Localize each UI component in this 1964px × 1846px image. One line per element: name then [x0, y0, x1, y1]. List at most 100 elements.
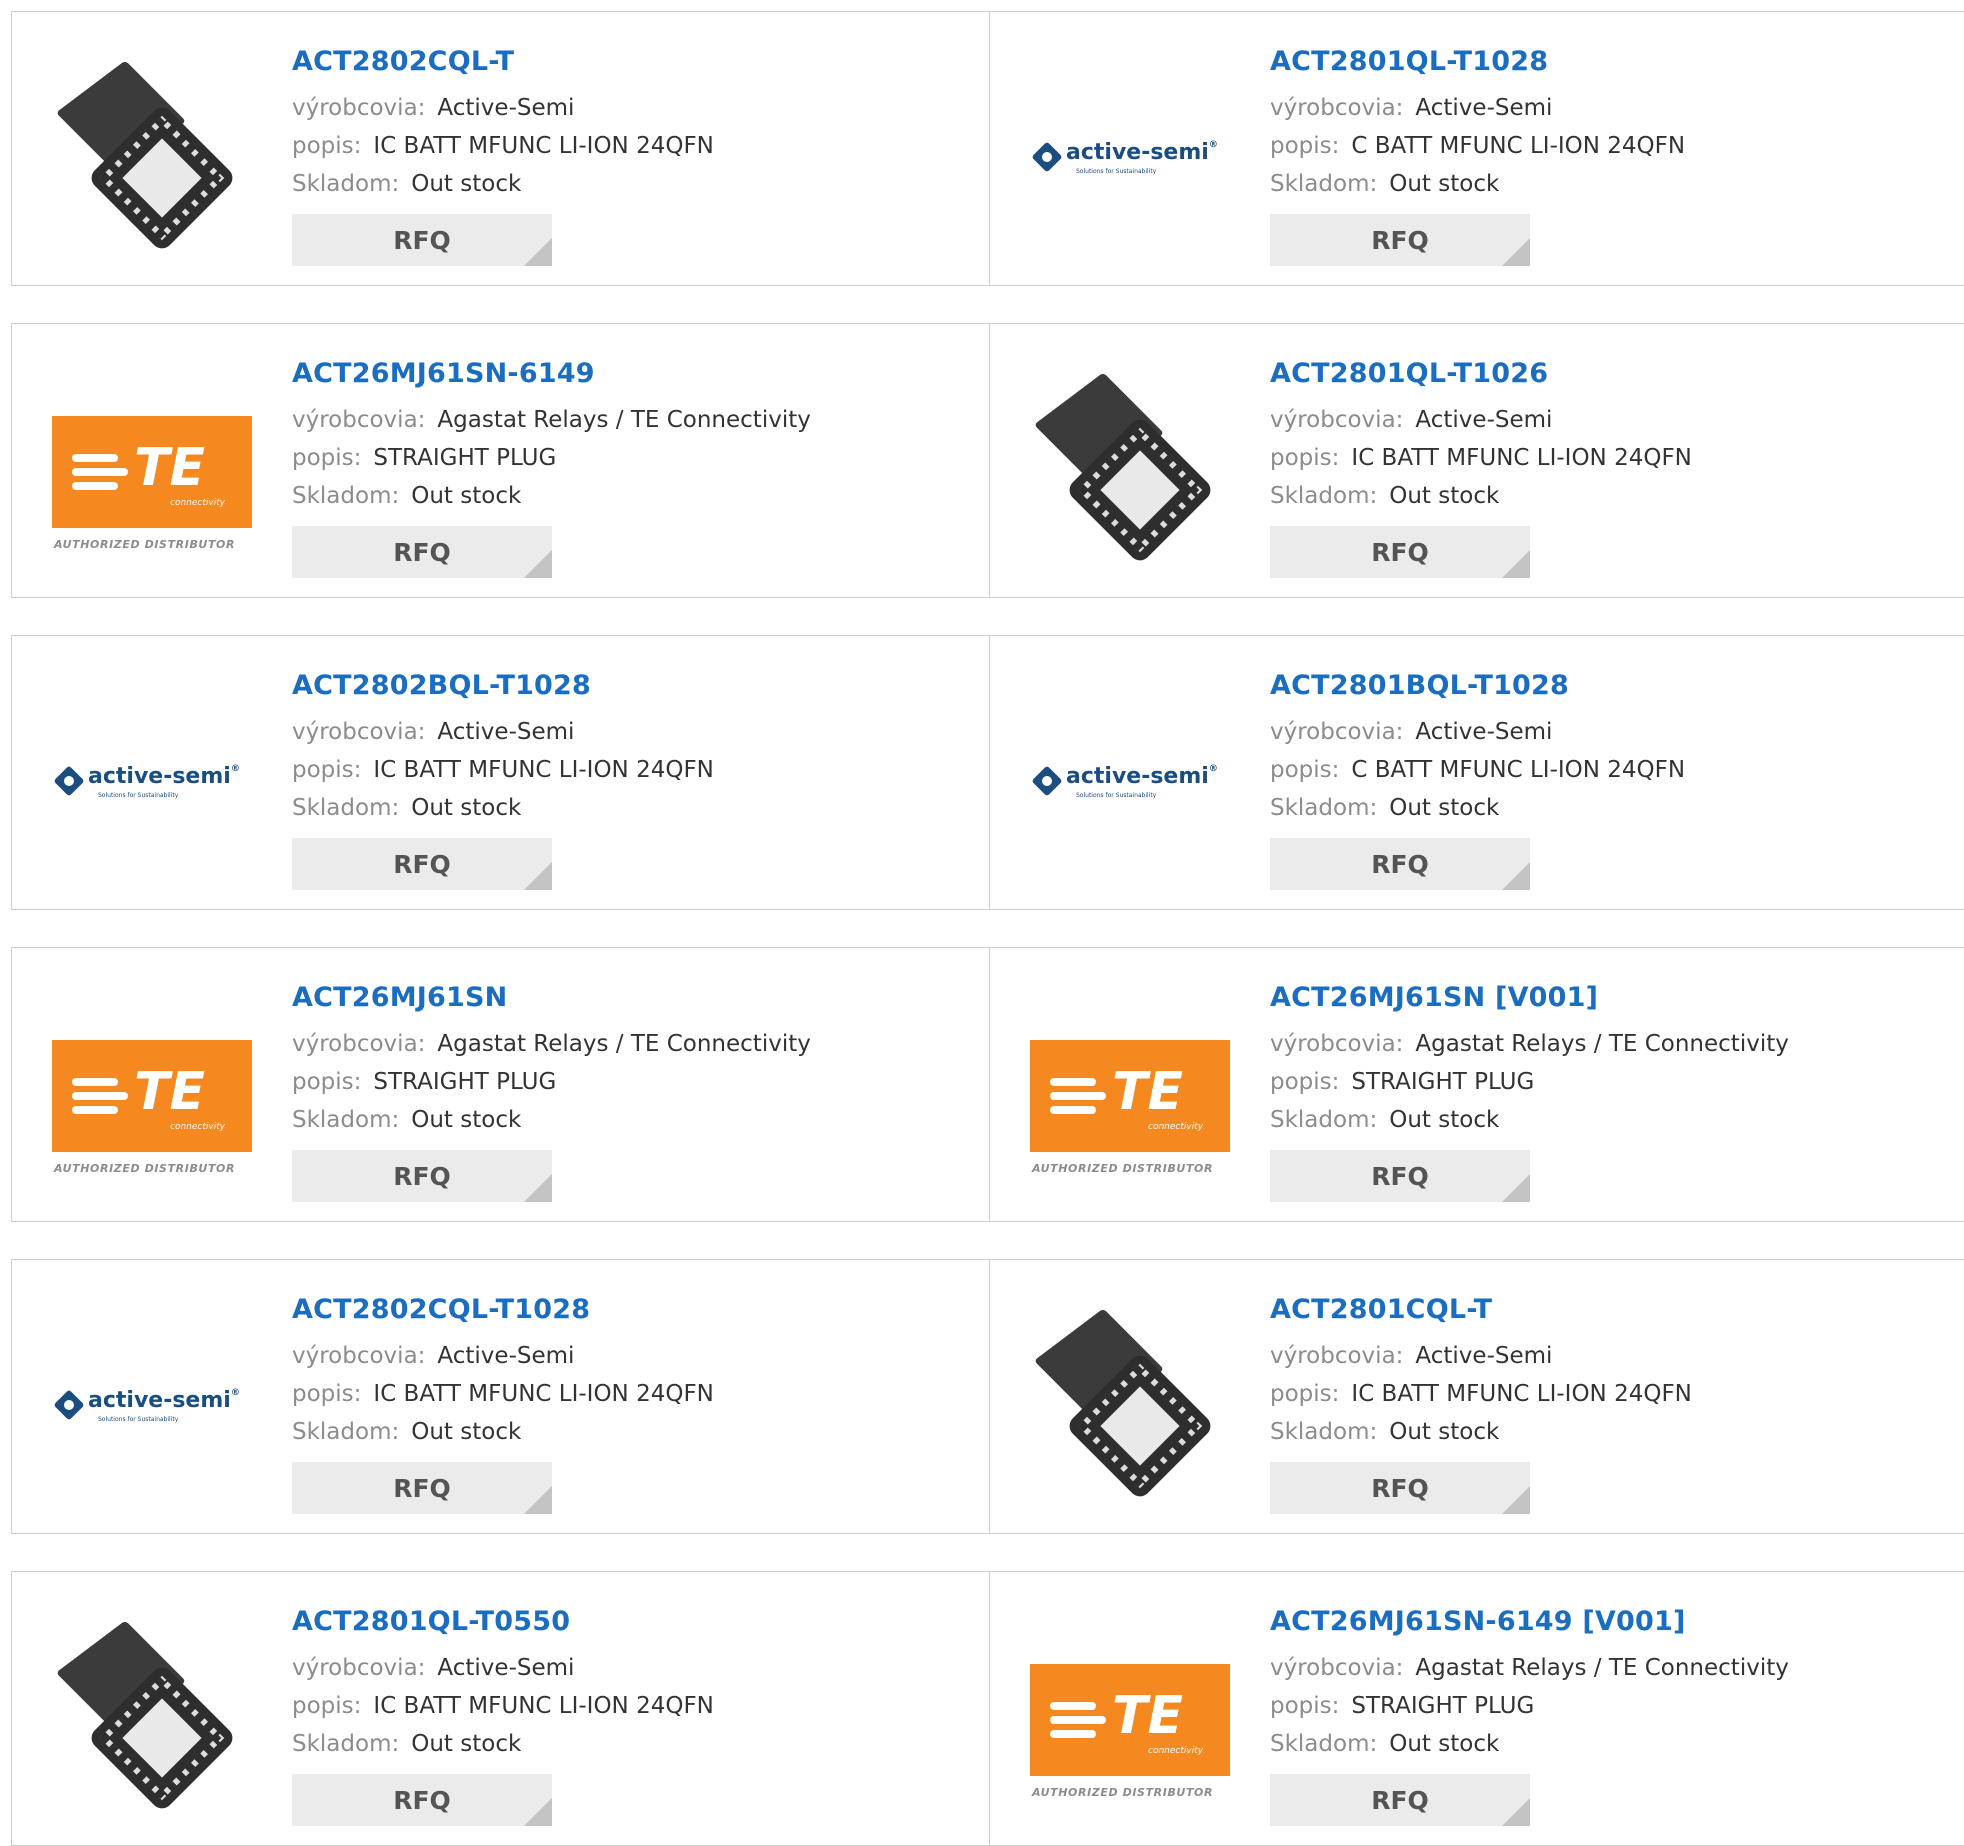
description-row: popis: IC BATT MFUNC LI-ION 24QFN — [292, 1383, 970, 1406]
product-image[interactable]: active-semi® Solutions for Sustainability — [1030, 50, 1230, 250]
product-info: ACT2802BQL-T1028 výrobcovia: Active-Semi po… — [292, 670, 970, 890]
manufacturer-row: výrobcovia: Active-Semi — [292, 1345, 970, 1368]
rfq-button[interactable]: RFQ — [292, 1462, 552, 1514]
rfq-button-label: RFQ — [1371, 1161, 1429, 1191]
corner-triangle-icon — [1502, 862, 1530, 890]
product-image[interactable] — [52, 50, 252, 250]
manufacturer-row: výrobcovia: Agastat Relays / TE Connectiv… — [292, 1033, 970, 1056]
part-number-link[interactable]: ACT2801BQL-T1028 — [1270, 670, 1958, 701]
manufacturer-label: výrobcovia: — [292, 407, 426, 433]
manufacturer-value: Active-Semi — [1415, 407, 1553, 433]
active-semi-logo[interactable]: active-semi® Solutions for Sustainability — [1031, 140, 1228, 180]
active-semi-logo[interactable]: active-semi® Solutions for Sustainability — [53, 764, 250, 804]
active-semi-mark-icon — [53, 1389, 85, 1421]
manufacturer-label: výrobcovia: — [292, 1031, 426, 1057]
description-row: popis: IC BATT MFUNC LI-ION 24QFN — [1270, 1383, 1958, 1406]
description-value: IC BATT MFUNC LI-ION 24QFN — [373, 757, 714, 783]
stock-label: Skladom: — [292, 1419, 400, 1445]
rfq-button[interactable]: RFQ — [292, 1150, 552, 1202]
rfq-button[interactable]: RFQ — [292, 838, 552, 890]
part-number-link[interactable]: ACT26MJ61SN [V001] — [1270, 982, 1958, 1013]
part-number-link[interactable]: ACT2801QL-T1028 — [1270, 46, 1958, 77]
description-value: STRAIGHT PLUG — [373, 445, 557, 471]
corner-triangle-icon — [1502, 1174, 1530, 1202]
rfq-button-label: RFQ — [393, 1785, 451, 1815]
manufacturer-row: výrobcovia: Active-Semi — [292, 721, 970, 744]
description-row: popis: C BATT MFUNC LI-ION 24QFN — [1270, 759, 1958, 782]
rfq-button-label: RFQ — [1371, 849, 1429, 879]
product-image[interactable]: active-semi® Solutions for Sustainability — [1030, 674, 1230, 874]
te-connectivity-logo[interactable]: TE connectivity AUTHORIZED DISTRIBUTOR — [52, 1040, 252, 1180]
rfq-button-label: RFQ — [393, 537, 451, 567]
stock-row: Skladom: Out stock — [1270, 1109, 1958, 1132]
stock-row: Skladom: Out stock — [1270, 1733, 1958, 1756]
rfq-button[interactable]: RFQ — [292, 1774, 552, 1826]
stock-value: Out stock — [1389, 171, 1500, 197]
part-number-link[interactable]: ACT2802CQL-T — [292, 46, 970, 77]
product-image[interactable] — [1030, 362, 1230, 562]
manufacturer-label: výrobcovia: — [1270, 1655, 1404, 1681]
product-card: active-semi® Solutions for Sustainability… — [11, 1259, 991, 1534]
manufacturer-row: výrobcovia: Active-Semi — [1270, 721, 1958, 744]
part-number-link[interactable]: ACT26MJ61SN-6149 — [292, 358, 970, 389]
stock-row: Skladom: Out stock — [292, 173, 970, 196]
stock-row: Skladom: Out stock — [292, 485, 970, 508]
rfq-button[interactable]: RFQ — [292, 526, 552, 578]
authorized-distributor-label: AUTHORIZED DISTRIBUTOR — [54, 538, 236, 551]
product-image[interactable]: active-semi® Solutions for Sustainability — [52, 1298, 252, 1498]
part-number-link[interactable]: ACT2801CQL-T — [1270, 1294, 1958, 1325]
corner-triangle-icon — [1502, 1486, 1530, 1514]
qfn-chip-image[interactable] — [52, 1610, 252, 1810]
manufacturer-value: Active-Semi — [1415, 1343, 1553, 1369]
product-image[interactable] — [1030, 1298, 1230, 1498]
te-connectivity-logo[interactable]: TE connectivity AUTHORIZED DISTRIBUTOR — [1030, 1664, 1230, 1804]
qfn-chip-image[interactable] — [1030, 362, 1230, 562]
active-semi-logo[interactable]: active-semi® Solutions for Sustainability — [53, 1388, 250, 1428]
product-image[interactable]: TE connectivity AUTHORIZED DISTRIBUTOR — [1030, 1610, 1230, 1810]
stock-row: Skladom: Out stock — [1270, 1421, 1958, 1444]
manufacturer-label: výrobcovia: — [1270, 719, 1404, 745]
part-number-link[interactable]: ACT26MJ61SN-6149 [V001] — [1270, 1606, 1958, 1637]
description-row: popis: STRAIGHT PLUG — [1270, 1695, 1958, 1718]
product-image[interactable]: TE connectivity AUTHORIZED DISTRIBUTOR — [52, 986, 252, 1186]
part-number-link[interactable]: ACT2801QL-T1026 — [1270, 358, 1958, 389]
part-number-link[interactable]: ACT2801QL-T0550 — [292, 1606, 970, 1637]
rfq-button[interactable]: RFQ — [1270, 1774, 1530, 1826]
authorized-distributor-label: AUTHORIZED DISTRIBUTOR — [54, 1162, 236, 1175]
qfn-chip-image[interactable] — [52, 50, 252, 250]
qfn-chip-image[interactable] — [1030, 1298, 1230, 1498]
rfq-button[interactable]: RFQ — [292, 214, 552, 266]
rfq-button[interactable]: RFQ — [1270, 214, 1530, 266]
manufacturer-label: výrobcovia: — [1270, 1031, 1404, 1057]
rfq-button[interactable]: RFQ — [1270, 1462, 1530, 1514]
stock-value: Out stock — [411, 1419, 522, 1445]
rfq-button[interactable]: RFQ — [1270, 1150, 1530, 1202]
description-row: popis: STRAIGHT PLUG — [292, 447, 970, 470]
rfq-button[interactable]: RFQ — [1270, 526, 1530, 578]
stock-label: Skladom: — [1270, 1419, 1378, 1445]
product-image[interactable]: TE connectivity AUTHORIZED DISTRIBUTOR — [1030, 986, 1230, 1186]
rfq-button-label: RFQ — [1371, 1473, 1429, 1503]
part-number-link[interactable]: ACT2802CQL-T1028 — [292, 1294, 970, 1325]
product-info: ACT2802CQL-T výrobcovia: Active-Semi popis:… — [292, 46, 970, 266]
description-row: popis: IC BATT MFUNC LI-ION 24QFN — [292, 759, 970, 782]
product-info: ACT2801QL-T0550 výrobcovia: Active-Semi pop… — [292, 1606, 970, 1826]
product-image[interactable]: TE connectivity AUTHORIZED DISTRIBUTOR — [52, 362, 252, 562]
description-value: STRAIGHT PLUG — [1351, 1693, 1535, 1719]
product-image[interactable]: active-semi® Solutions for Sustainability — [52, 674, 252, 874]
product-card: ACT2802CQL-T výrobcovia: Active-Semi popis:… — [11, 11, 991, 286]
rfq-button[interactable]: RFQ — [1270, 838, 1530, 890]
te-connectivity-logo[interactable]: TE connectivity AUTHORIZED DISTRIBUTOR — [1030, 1040, 1230, 1180]
rfq-button-label: RFQ — [393, 1473, 451, 1503]
part-number-link[interactable]: ACT2802BQL-T1028 — [292, 670, 970, 701]
stock-label: Skladom: — [292, 1107, 400, 1133]
stock-value: Out stock — [411, 1731, 522, 1757]
part-number-link[interactable]: ACT26MJ61SN — [292, 982, 970, 1013]
te-connectivity-logo[interactable]: TE connectivity AUTHORIZED DISTRIBUTOR — [52, 416, 252, 556]
active-semi-logo[interactable]: active-semi® Solutions for Sustainability — [1031, 764, 1228, 804]
product-image[interactable] — [52, 1610, 252, 1810]
description-row: popis: IC BATT MFUNC LI-ION 24QFN — [1270, 447, 1958, 470]
description-row: popis: IC BATT MFUNC LI-ION 24QFN — [292, 1695, 970, 1718]
description-label: popis: — [1270, 1693, 1340, 1719]
corner-triangle-icon — [524, 862, 552, 890]
